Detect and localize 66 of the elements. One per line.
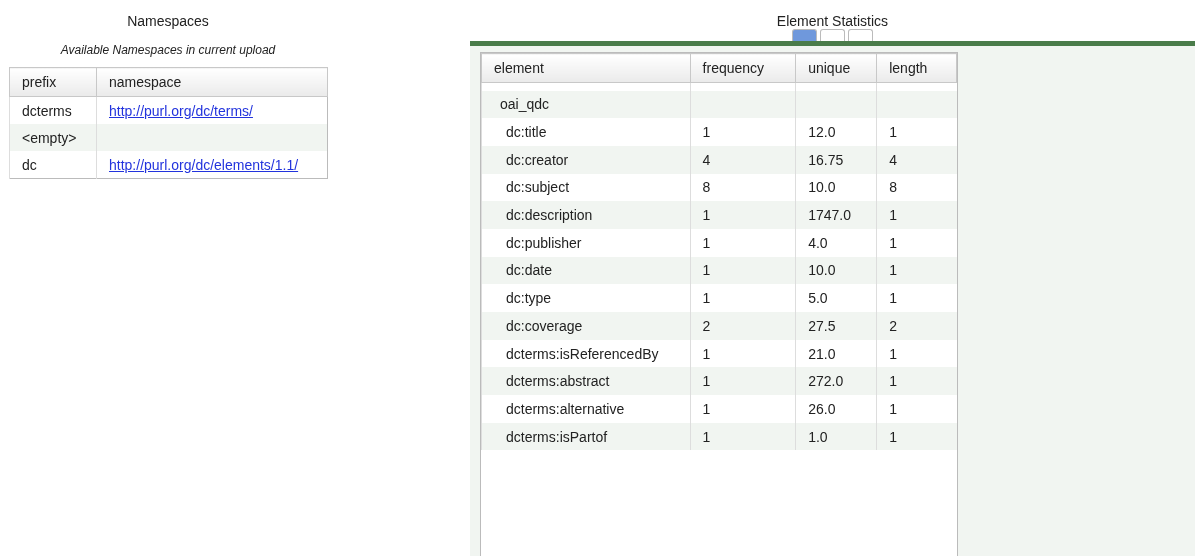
- table-caption: Available Namespaces in current upload: [60, 43, 276, 57]
- table-cell: <empty>: [9, 124, 97, 151]
- table-cell: 1: [690, 118, 796, 146]
- table-cell: 1: [876, 339, 957, 368]
- table-cell: dc: [9, 151, 97, 179]
- tree-cell[interactable]: dc:subject: [481, 173, 691, 202]
- table-cell: 1: [876, 228, 957, 257]
- column-header[interactable]: frequency: [690, 53, 796, 83]
- column-header[interactable]: element: [481, 53, 691, 83]
- table-cell: 26.0: [795, 395, 877, 423]
- namespace-link[interactable]: http://purl.org/dc/elements/1.1/: [109, 156, 299, 173]
- tree-cell[interactable]: dc:publisher: [481, 228, 691, 257]
- table-cell: 12.0: [795, 118, 877, 146]
- tree-cell[interactable]: dc:title: [481, 118, 691, 146]
- tab[interactable]: [848, 29, 873, 41]
- tree-cell[interactable]: dcterms:isPartof: [481, 422, 691, 451]
- table-cell: 1: [876, 422, 957, 451]
- table-cell: 1: [690, 339, 796, 368]
- tree-cell[interactable]: dc:coverage: [481, 312, 691, 340]
- tree-cell[interactable]: dcterms:alternative: [481, 395, 691, 423]
- table-cell: 8: [690, 173, 796, 202]
- table-cell: 1747.0: [795, 201, 877, 229]
- table-cell: 4: [876, 145, 957, 174]
- tree-cell[interactable]: dc:description: [481, 201, 691, 229]
- namespace-link[interactable]: http://purl.org/dc/terms/: [109, 102, 253, 119]
- table-cell: 4.0: [795, 228, 877, 257]
- tab[interactable]: [792, 29, 817, 41]
- tree-cell[interactable]: dc:type: [481, 284, 691, 312]
- column-header[interactable]: length: [876, 53, 957, 83]
- table-cell: 2: [690, 312, 796, 340]
- table-cell: 1: [690, 201, 796, 229]
- table-cell: 1: [690, 422, 796, 451]
- table-cell: 272.0: [795, 367, 877, 396]
- column-header[interactable]: prefix: [9, 67, 97, 97]
- tree-cell[interactable]: dcterms:abstract: [481, 367, 691, 396]
- table-cell: 27.5: [795, 312, 877, 340]
- column-header[interactable]: namespace: [96, 67, 328, 97]
- table-cell: 10.0: [795, 173, 877, 202]
- table-cell: 1.0: [795, 422, 877, 451]
- table-cell: 1: [690, 228, 796, 257]
- table-cell: 1: [876, 118, 957, 146]
- table-cell: 5.0: [795, 284, 877, 312]
- column-header[interactable]: unique: [795, 53, 877, 83]
- tree-cell[interactable]: dc:creator: [481, 145, 691, 174]
- table-cell: 1: [690, 367, 796, 396]
- table-cell: 1: [876, 201, 957, 229]
- table-cell: 1: [876, 256, 957, 285]
- table-cell: 1: [690, 256, 796, 285]
- tree-cell[interactable]: dc:date: [481, 256, 691, 285]
- table-cell: 1: [876, 395, 957, 423]
- table-cell: 21.0: [795, 339, 877, 368]
- table-cell: 8: [876, 173, 957, 202]
- table-cell: 1: [690, 395, 796, 423]
- table-cell: 1: [876, 284, 957, 312]
- table-cell: 2: [876, 312, 957, 340]
- section-title: Element Statistics: [776, 13, 889, 29]
- tab[interactable]: [820, 29, 845, 41]
- table-cell: 16.75: [795, 145, 877, 174]
- table-cell: 10.0: [795, 256, 877, 285]
- section-title: Namespaces: [127, 13, 209, 29]
- table-cell: 1: [690, 284, 796, 312]
- table-cell: dcterms: [9, 96, 97, 124]
- tree-cell[interactable]: dcterms:isReferencedBy: [481, 339, 691, 368]
- table-cell: 4: [690, 145, 796, 174]
- tree-cell[interactable]: oai_qdc: [481, 90, 691, 119]
- table-cell: 1: [876, 367, 957, 396]
